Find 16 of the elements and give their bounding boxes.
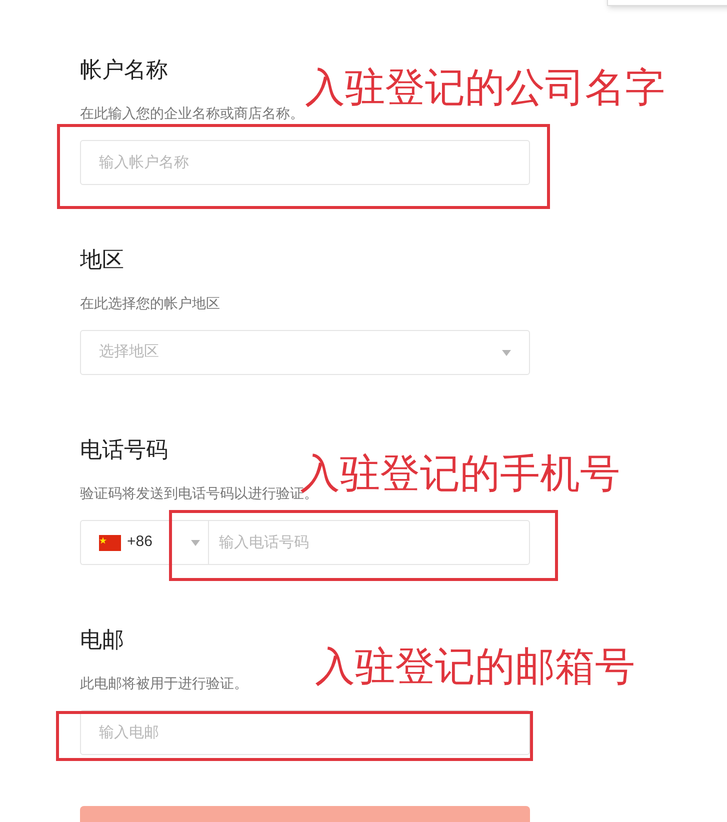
country-code-select[interactable]: +86 <box>80 520 208 565</box>
input-field[interactable]: 输入帐户名称 <box>80 140 530 185</box>
section-description: 在此输入您的企业名称或商店名称。 <box>80 104 304 122</box>
section-title: 电话号码 <box>80 436 168 464</box>
section-title: 地区 <box>80 246 124 274</box>
section-description: 在此选择您的帐户地区 <box>80 294 220 312</box>
section-description: 此电邮将被用于进行验证。 <box>80 674 248 692</box>
caret-icon <box>502 350 511 356</box>
flag-icon <box>99 534 121 550</box>
section-title: 帐户名称 <box>80 56 168 84</box>
annotation-text: 入驻登记的公司名字 <box>305 64 665 112</box>
section-title: 电邮 <box>80 626 124 654</box>
phone-input-field[interactable]: 输入电话号码 <box>208 520 530 565</box>
annotation-text: 入驻登记的邮箱号 <box>315 643 635 691</box>
input-field[interactable]: 输入电邮 <box>80 710 530 755</box>
caret-icon <box>191 540 200 546</box>
